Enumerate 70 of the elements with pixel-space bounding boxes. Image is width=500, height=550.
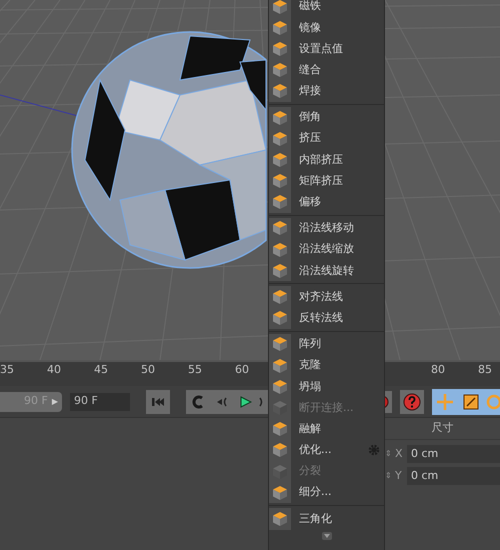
cube-icon [272,421,288,438]
cube-icon [272,173,288,190]
cube-icon [272,464,288,480]
move-icon [436,392,454,410]
cube-icon [272,442,288,458]
menu-item[interactable]: 反转法线 [291,308,384,329]
menu-item[interactable]: 矩阵挤压 [291,170,384,192]
cube-icon [272,83,288,100]
menu-item[interactable]: 细分... [291,482,384,504]
cube-icon [272,378,288,395]
menu-item[interactable]: 三角化 [291,508,384,530]
cube-icon [272,152,288,168]
cube-icon [272,400,288,416]
help-button[interactable] [400,390,424,414]
cube-icon [272,130,288,147]
cube-icon [272,40,288,57]
go-to-start-button[interactable] [146,390,170,414]
frame-number: 85 [478,362,491,378]
cube-icon [272,62,288,78]
menu-item[interactable]: 沿法线旋转 [291,260,384,282]
menu-item[interactable]: 克隆 [291,355,384,376]
cube-icon [272,0,288,15]
cube-icon [272,242,288,258]
menu-item[interactable]: 对齐法线 [291,286,384,308]
menu-item[interactable]: 镜像 [291,17,384,38]
frame-number: 55 [188,362,201,378]
axis-label: Y [395,468,403,484]
menu-item[interactable]: 挤压 [291,128,384,150]
cube-icon [272,289,288,306]
frame-number: 50 [141,362,154,378]
scale-icon [463,394,479,410]
menu-item[interactable]: 融解 [291,418,384,440]
frame-number: 40 [47,362,60,378]
menu-item[interactable]: 设置点值 [291,38,384,60]
cube-icon [272,358,288,374]
axis-label: X [395,446,404,462]
scroll-down-icon[interactable] [322,532,332,540]
play-icon [240,396,252,408]
frame-number: 60 [235,362,248,378]
menu-item[interactable]: 焊接 [291,80,384,102]
skip-back-icon [151,396,165,406]
frame-number: 80 [431,362,444,378]
rotate-icon [486,394,500,410]
cube-icon [272,310,288,326]
menu-item[interactable]: 缝合 [291,60,384,81]
menu-item[interactable]: 内部挤压 [291,149,384,170]
cube-icon [272,20,288,36]
loop-icon [191,394,205,408]
cube-icon [272,194,288,210]
menu-item[interactable]: 沿法线移动 [291,218,384,240]
frame-number: 35 [0,362,13,378]
cube-icon [272,484,288,501]
menu-item[interactable]: 阵列 [291,334,384,355]
menu-item[interactable]: 优化... [291,440,368,461]
frame-number: 45 [94,362,107,378]
help-icon [403,392,421,410]
size-field[interactable]: 0 cm [407,467,500,485]
cube-icon [272,510,288,527]
menu-item[interactable]: 倒角 [291,106,384,128]
cube-icon [272,220,288,236]
menu-item[interactable]: 偏移 [291,192,384,213]
menu-item[interactable]: 磁铁 [291,0,384,18]
cube-icon [272,336,288,352]
menu-item[interactable]: 坍塌 [291,376,384,398]
step-back-icon [216,396,228,406]
cube-icon [272,110,288,126]
current-frame-field[interactable]: 90 F [70,392,130,410]
cube-icon [272,262,288,279]
size-field[interactable]: 0 cm [407,445,500,463]
menu-item[interactable]: 沿法线缩放 [291,239,384,260]
